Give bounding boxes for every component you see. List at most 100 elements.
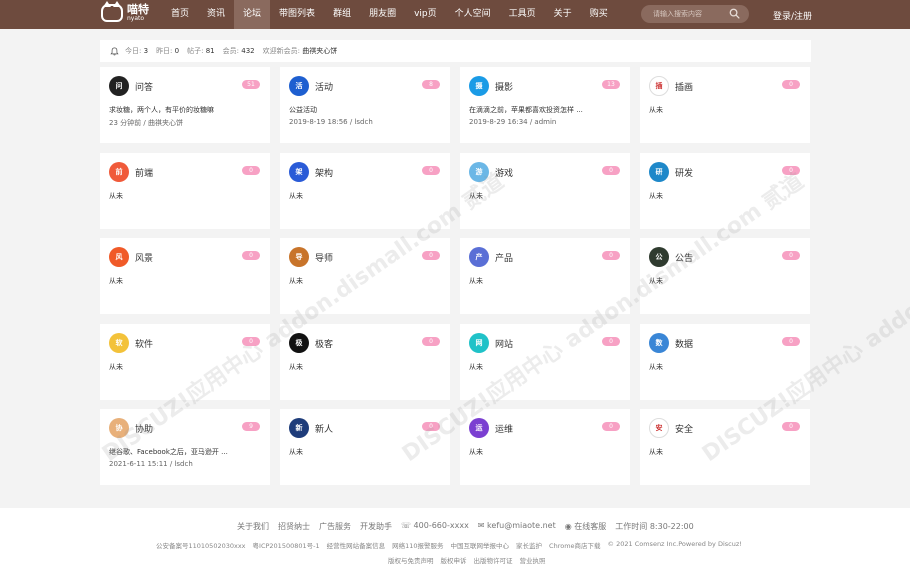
post-count-badge: 0 xyxy=(422,337,440,346)
forum-card[interactable]: 安安全 0 从未 xyxy=(640,409,810,485)
footer-link[interactable]: 关于我们 xyxy=(237,521,269,532)
footer-record-link[interactable]: 公安备案号11010502030xxx xyxy=(156,540,246,550)
forum-card[interactable]: 协协助 9 继谷歌、Facebook之后，亚马逊开 ... 2021-6-11 15:… xyxy=(100,409,270,485)
forum-card[interactable]: 风风景 0 从未 xyxy=(100,238,270,314)
latest-post-title: 从未 xyxy=(649,363,663,371)
nav-item[interactable]: 关于 xyxy=(545,0,581,29)
latest-post-title: 从未 xyxy=(289,448,303,456)
footer-link[interactable]: 开发助手 xyxy=(360,521,392,532)
forum-card[interactable]: 插插画 0 从未 xyxy=(640,67,810,143)
forum-title[interactable]: 运维 xyxy=(495,422,513,435)
forum-card[interactable]: 摄摄影 13 在滴滴之前，苹果都喜欢投资怎样 ... 2019-8-29 16:34 … xyxy=(460,67,630,143)
forum-title[interactable]: 问答 xyxy=(135,80,153,93)
forum-title[interactable]: 协助 xyxy=(135,422,153,435)
latest-post-title[interactable]: 继谷歌、Facebook之后，亚马逊开 ... xyxy=(109,447,228,457)
forum-card[interactable]: 问问答 51 求妆糖，两个人，有平价的妆糖嘛 23 分钟前 / 曲祺夹心饼 xyxy=(100,67,270,143)
forum-card[interactable]: 研研发 0 从未 xyxy=(640,153,810,229)
latest-post-title: 从未 xyxy=(109,277,123,285)
footer-link[interactable]: 工作时间 8:30-22:00 xyxy=(615,521,693,532)
footer-record-link[interactable]: 网络110报警服务 xyxy=(392,540,443,550)
forum-card[interactable]: 公公告 0 从未 xyxy=(640,238,810,314)
nav-item[interactable]: 工具页 xyxy=(500,0,545,29)
post-count-badge: 0 xyxy=(422,422,440,431)
forum-title[interactable]: 活动 xyxy=(315,80,333,93)
forum-title[interactable]: 安全 xyxy=(675,422,693,435)
forum-title[interactable]: 新人 xyxy=(315,422,333,435)
footer-record-link[interactable]: Chrome商店下载 xyxy=(549,540,601,550)
forum-title[interactable]: 前端 xyxy=(135,166,153,179)
forum-title[interactable]: 产品 xyxy=(495,251,513,264)
footer-record-link[interactable]: 经营性网站备案信息 xyxy=(327,540,386,550)
nav-item[interactable]: 带图列表 xyxy=(270,0,324,29)
game-icon: 游 xyxy=(469,162,489,182)
post-count-badge: 0 xyxy=(782,251,800,260)
forum-card[interactable]: 运运维 0 从未 xyxy=(460,409,630,485)
footer-legal-link[interactable]: 版权申诉 xyxy=(441,555,467,565)
forum-card[interactable]: 架架构 0 从未 xyxy=(280,153,450,229)
footer-legal-link[interactable]: 营业执照 xyxy=(520,555,546,565)
nav-item[interactable]: 个人空间 xyxy=(446,0,500,29)
forum-title[interactable]: 公告 xyxy=(675,251,693,264)
post-count-badge: 0 xyxy=(782,166,800,175)
post-count-badge: 9 xyxy=(242,422,260,431)
forum-title[interactable]: 软件 xyxy=(135,337,153,350)
forum-title[interactable]: 网站 xyxy=(495,337,513,350)
new-member-link[interactable]: 曲祺夹心饼 xyxy=(302,47,337,55)
login-register-link[interactable]: 登录/注册 xyxy=(773,9,812,22)
search-input[interactable]: 请输入搜索内容 xyxy=(653,9,702,19)
forum-card[interactable]: 极极客 0 从未 xyxy=(280,324,450,400)
footer-record-link[interactable]: 粤ICP201500801号-1 xyxy=(253,540,320,550)
nav-item[interactable]: vip页 xyxy=(405,0,446,29)
stat-members: 会员: 432 xyxy=(222,47,255,55)
search-box[interactable]: 请输入搜索内容 xyxy=(641,5,749,23)
footer-legal-link[interactable]: 版权与免责声明 xyxy=(388,555,434,565)
footer-link[interactable]: 招贤纳士 xyxy=(278,521,310,532)
forum-card[interactable]: 网网站 0 从未 xyxy=(460,324,630,400)
nav-item[interactable]: 论坛 xyxy=(234,0,271,29)
footer-link[interactable]: ✉ kefu@miaote.net xyxy=(478,521,556,532)
forum-card[interactable]: 活活动 8 公益活动 2019-8-19 18:56 / lsdch xyxy=(280,67,450,143)
latest-post-title: 从未 xyxy=(109,363,123,371)
nav-item[interactable]: 群组 xyxy=(324,0,360,29)
forum-card[interactable]: 新新人 0 从未 xyxy=(280,409,450,485)
forum-title[interactable]: 数据 xyxy=(675,337,693,350)
forum-title[interactable]: 摄影 xyxy=(495,80,513,93)
search-icon[interactable] xyxy=(729,8,740,19)
latest-post-title: 从未 xyxy=(649,448,663,456)
forum-title[interactable]: 极客 xyxy=(315,337,333,350)
footer-link[interactable]: 广告服务 xyxy=(319,521,351,532)
footer-legal-link[interactable]: 出版物许可证 xyxy=(474,555,513,565)
latest-post-title: 从未 xyxy=(649,192,663,200)
nav-item[interactable]: 资讯 xyxy=(198,0,234,29)
forum-card[interactable]: 游游戏 0 从未 xyxy=(460,153,630,229)
nav-item[interactable]: 朋友圈 xyxy=(360,0,405,29)
footer-record-link[interactable]: 中国互联网举报中心 xyxy=(451,540,510,550)
forum-title[interactable]: 插画 xyxy=(675,80,693,93)
latest-post-title: 从未 xyxy=(469,448,483,456)
latest-post-title[interactable]: 求妆糖，两个人，有平价的妆糖嘛 xyxy=(109,105,214,115)
latest-post-title: 从未 xyxy=(289,277,303,285)
footer-record-link[interactable]: 家长监护 xyxy=(516,540,542,550)
forum-card[interactable]: 前前端 0 从未 xyxy=(100,153,270,229)
latest-post-title: 从未 xyxy=(289,192,303,200)
ops-icon: 运 xyxy=(469,418,489,438)
footer-link[interactable]: ◉ 在线客服 xyxy=(565,521,607,532)
forum-title[interactable]: 导师 xyxy=(315,251,333,264)
software-icon: 软 xyxy=(109,333,129,353)
forum-card[interactable]: 产产品 0 从未 xyxy=(460,238,630,314)
forum-card[interactable]: 软软件 0 从未 xyxy=(100,324,270,400)
forum-title[interactable]: 风景 xyxy=(135,251,153,264)
forum-card[interactable]: 数数据 0 从未 xyxy=(640,324,810,400)
forum-title[interactable]: 游戏 xyxy=(495,166,513,179)
help-icon: 协 xyxy=(109,418,129,438)
forum-card[interactable]: 导导师 0 从未 xyxy=(280,238,450,314)
footer-link[interactable]: ☏ 400-660-xxxx xyxy=(401,521,469,532)
nav-item[interactable]: 购买 xyxy=(581,0,617,29)
latest-post-title[interactable]: 在滴滴之前，苹果都喜欢投资怎样 ... xyxy=(469,105,583,115)
forum-title[interactable]: 研发 xyxy=(675,166,693,179)
nav-item[interactable]: 首页 xyxy=(162,0,198,29)
latest-post-title[interactable]: 公益活动 xyxy=(289,105,317,115)
forum-title[interactable]: 架构 xyxy=(315,166,333,179)
site-logo[interactable]: 喵特 nyato xyxy=(101,1,149,22)
footer-record-link[interactable]: © 2021 Comsenz Inc.Powered by Discuz! xyxy=(608,540,742,550)
